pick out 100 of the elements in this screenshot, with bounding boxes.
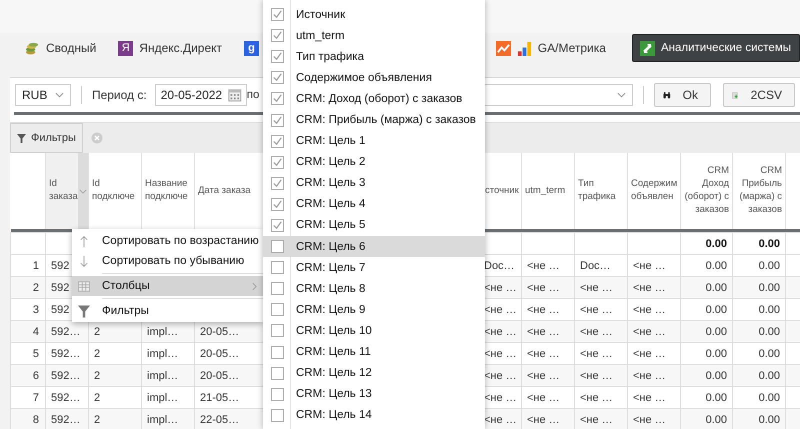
ok-button[interactable]: Ok — [654, 83, 711, 107]
table-cell: 0.00 — [758, 392, 780, 404]
checkbox[interactable] — [271, 92, 284, 106]
menu-item[interactable]: CRM: Цель 11 — [263, 342, 485, 363]
row-number: 4 — [32, 326, 39, 338]
column-header[interactable]: Содержим объявлен — [631, 178, 677, 204]
menu-item[interactable]: CRM: Цель 9 — [263, 299, 485, 320]
menu-item[interactable]: CRM: Цель 5 — [263, 214, 485, 236]
chevron-down-icon — [54, 92, 64, 98]
checkbox[interactable] — [271, 282, 284, 296]
checkbox[interactable] — [271, 388, 284, 401]
export-csv-button[interactable]: 2CSV — [722, 83, 795, 107]
menu-item[interactable]: utm_term — [263, 25, 485, 46]
arrow-down-icon — [78, 254, 90, 268]
checkbox[interactable] — [271, 366, 284, 380]
table-cell: 0.00 — [758, 370, 780, 382]
table-cell: <не … — [484, 348, 517, 360]
clear-icon[interactable] — [90, 132, 103, 144]
column-header[interactable]: Название подключе — [145, 178, 191, 204]
table-cell: 20-05… — [200, 348, 240, 360]
menu-item[interactable]: CRM: Доход (оборот) с заказов — [263, 88, 485, 110]
table-cell: 592 — [51, 304, 70, 316]
filters-button[interactable]: Фильтры — [10, 123, 83, 153]
checkbox[interactable] — [271, 134, 284, 148]
google-logo-icon: g — [244, 40, 260, 56]
table-cell: 0.00 — [758, 414, 780, 426]
to-label: по — [246, 89, 260, 101]
menu-item[interactable]: Тип трафика — [263, 46, 485, 68]
menu-item[interactable]: Столбцы — [72, 276, 263, 296]
menu-item[interactable]: CRM: Прибыль (маржа) с заказов — [263, 109, 485, 131]
table-cell: 0.00 — [758, 282, 780, 294]
menu-item[interactable]: CRM: Цель 8 — [263, 278, 485, 300]
checkbox[interactable] — [271, 324, 284, 338]
checkbox[interactable] — [271, 29, 284, 42]
menu-item[interactable]: CRM: Цель 1 — [263, 130, 485, 152]
column-header[interactable]: CRM Доход (оборот) с заказов — [684, 165, 729, 217]
row-number: 1 — [32, 260, 39, 272]
checkbox[interactable] — [271, 218, 284, 232]
column-header[interactable]: сточник — [485, 184, 518, 198]
checkbox[interactable] — [271, 71, 284, 84]
row-number: 3 — [32, 304, 39, 316]
column-header[interactable]: Тип трафика — [578, 178, 624, 204]
menu-item[interactable]: CRM: Цель 12 — [263, 362, 485, 384]
column-menu-button[interactable] — [78, 153, 88, 229]
table-cell: 0.00 — [706, 326, 727, 338]
row-number: 8 — [32, 414, 39, 426]
table-cell: Doc… — [580, 260, 611, 272]
table-cell: impl… — [147, 326, 178, 338]
menu-item[interactable]: CRM: Цель 2 — [263, 152, 485, 173]
table-cell: <не … — [580, 370, 613, 382]
menu-item[interactable]: CRM: Цель 13 — [263, 384, 485, 405]
table-cell: <не … — [527, 260, 560, 272]
table-cell: 0.00 — [758, 304, 780, 316]
menu-item[interactable]: Фильтры — [72, 301, 263, 321]
checkbox[interactable] — [271, 50, 284, 64]
chevron-right-icon — [252, 282, 257, 290]
bar-chart-icon — [516, 40, 532, 56]
menu-item[interactable]: Сортировать по возрастанию — [72, 231, 263, 251]
menu-item[interactable]: CRM: Цель 7 — [263, 257, 485, 278]
checkbox[interactable] — [271, 156, 284, 169]
table-cell: <не … — [580, 414, 613, 426]
table-cell: impl… — [147, 370, 178, 382]
column-header[interactable]: Id подключе — [92, 178, 138, 204]
checkbox[interactable] — [271, 240, 284, 254]
tab[interactable]: g — [244, 35, 260, 61]
menu-item[interactable]: CRM: Цель 4 — [263, 194, 485, 215]
checkbox[interactable] — [271, 114, 284, 127]
table-cell: 592… — [51, 392, 80, 404]
table-cell: <не … — [633, 392, 666, 404]
table-cell: <не … — [633, 260, 666, 272]
table-cell: 592… — [51, 348, 80, 360]
funnel-icon — [78, 304, 90, 318]
select-field[interactable] — [484, 84, 634, 106]
menu-item[interactable]: CRM: Цель 14 — [263, 404, 485, 426]
menu-item[interactable]: Источник — [263, 4, 485, 26]
checkbox[interactable] — [271, 303, 284, 316]
checkbox[interactable] — [271, 8, 284, 22]
period-label: Период с: — [92, 88, 147, 102]
tab[interactable]: Аналитические системы — [632, 34, 800, 62]
date-field[interactable]: 20-05-2022 — [154, 84, 247, 106]
menu-item[interactable]: Содержимое объявления — [263, 67, 485, 88]
menu-item[interactable]: Сортировать по убыванию — [72, 251, 263, 271]
tab[interactable]: Я Яндекс.Директ — [118, 35, 222, 61]
table-cell: <не … — [527, 370, 560, 382]
checkbox[interactable] — [271, 198, 284, 211]
checkbox[interactable] — [271, 408, 284, 422]
menu-item[interactable]: CRM: Цель 3 — [263, 172, 485, 194]
checkbox[interactable] — [271, 176, 284, 190]
table-cell: 0.00 — [758, 326, 780, 338]
menu-item[interactable]: CRM: Цель 6 — [263, 236, 485, 258]
column-header[interactable]: utm_term — [525, 184, 571, 198]
line-chart-icon — [496, 40, 511, 56]
currency-select[interactable]: RUB — [15, 84, 71, 106]
column-header[interactable]: CRM Прибыль (маржа) с заказов — [736, 165, 782, 217]
checkbox[interactable] — [271, 261, 284, 274]
tab[interactable]: Сводный — [25, 35, 96, 61]
checkbox[interactable] — [271, 346, 284, 359]
menu-item[interactable]: CRM: Цель 10 — [263, 320, 485, 342]
tab[interactable]: GA/Метрика — [496, 35, 606, 61]
yandex-logo-icon: Я — [118, 40, 134, 56]
